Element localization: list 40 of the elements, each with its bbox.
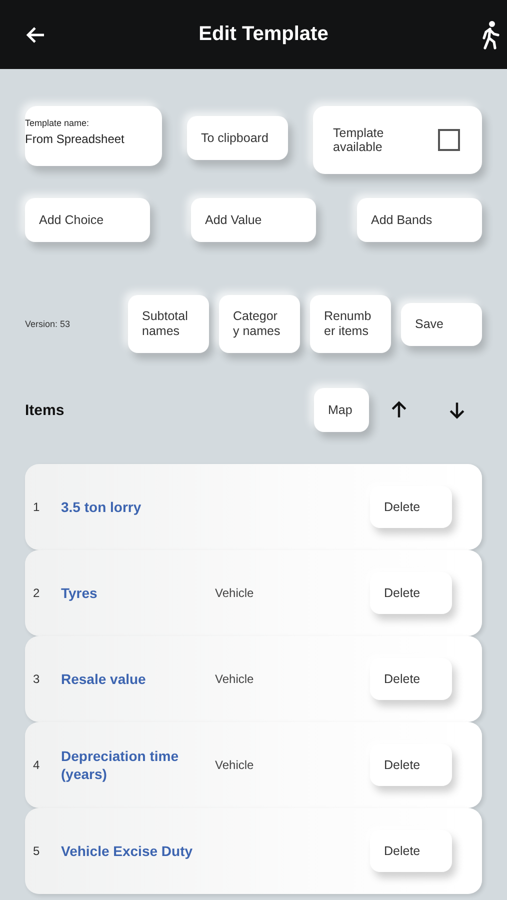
- template-name-field[interactable]: Template name: From Spreadsheet: [25, 106, 162, 166]
- item-number: 3: [33, 672, 41, 686]
- action-button[interactable]: Categor y names: [219, 295, 300, 353]
- template-available-label: Template available: [333, 126, 385, 154]
- delete-button[interactable]: Delete: [370, 658, 452, 700]
- version-label: Version: 53: [25, 319, 70, 329]
- item-name[interactable]: Depreciation time (years): [61, 746, 215, 784]
- item-card[interactable]: 3 Resale value Vehicle Delete: [25, 636, 482, 722]
- item-card[interactable]: 2 Tyres Vehicle Delete: [25, 550, 482, 636]
- item-number: 2: [33, 586, 41, 600]
- item-name[interactable]: Resale value: [61, 670, 215, 688]
- delete-button[interactable]: Delete: [370, 830, 452, 872]
- delete-button[interactable]: Delete: [370, 486, 452, 528]
- add-button[interactable]: Add Value: [191, 198, 316, 242]
- action-button[interactable]: Renumb er items: [310, 295, 391, 353]
- add-button[interactable]: Add Bands: [357, 198, 482, 242]
- item-category: Vehicle: [215, 758, 254, 772]
- delete-button[interactable]: Delete: [370, 744, 452, 786]
- item-number: 5: [33, 844, 41, 858]
- item-card[interactable]: 5 Vehicle Excise Duty Delete: [25, 808, 482, 894]
- items-heading: Items: [25, 402, 64, 418]
- item-number: 4: [33, 758, 41, 772]
- item-name[interactable]: Tyres: [61, 584, 215, 602]
- item-name[interactable]: Vehicle Excise Duty: [61, 842, 215, 860]
- add-button[interactable]: Add Choice: [25, 198, 150, 242]
- action-button[interactable]: Subtotal names: [128, 295, 209, 353]
- map-button[interactable]: Map: [314, 388, 369, 432]
- template-available-checkbox[interactable]: [438, 129, 460, 151]
- item-category: Vehicle: [215, 586, 254, 600]
- template-name-label: Template name:: [25, 118, 90, 128]
- item-number: 1: [33, 500, 41, 514]
- action-button[interactable]: Save: [401, 302, 482, 346]
- delete-button[interactable]: Delete: [370, 572, 452, 614]
- to-clipboard-button[interactable]: To clipboard: [187, 116, 288, 160]
- template-name-value: From Spreadsheet: [25, 132, 126, 146]
- item-name[interactable]: 3.5 ton lorry: [61, 498, 215, 516]
- header-title: Edit Template: [198, 23, 328, 46]
- item-card[interactable]: 4 Depreciation time (years) Vehicle Delete: [25, 722, 482, 808]
- item-category: Vehicle: [215, 672, 254, 686]
- item-card[interactable]: 1 3.5 ton lorry Delete: [25, 464, 482, 550]
